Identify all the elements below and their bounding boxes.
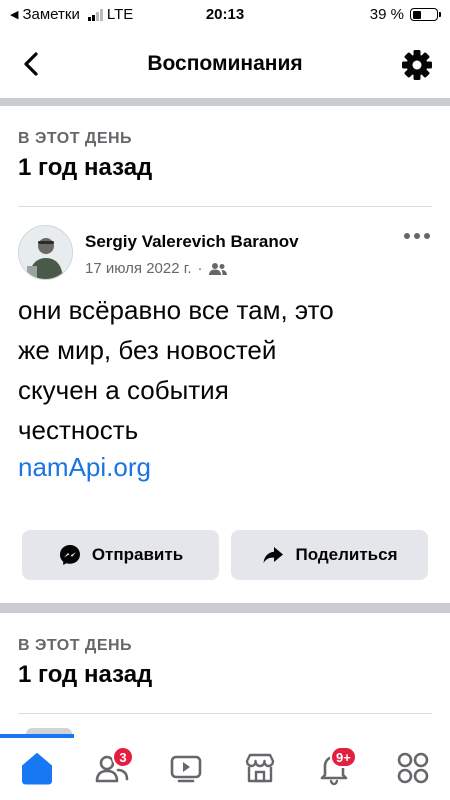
- post-text: они всёравно все там, это же мир, без но…: [18, 290, 432, 450]
- share-button-label: Поделиться: [295, 545, 398, 564]
- marketplace-icon: [245, 753, 275, 783]
- video-icon: [170, 755, 202, 783]
- home-icon: [22, 753, 52, 785]
- tab-friends[interactable]: 3: [94, 746, 134, 786]
- send-button-label: Отправить: [91, 545, 184, 564]
- post-author[interactable]: Sergiy Valerevich Baranov: [85, 232, 299, 252]
- on-this-day-label: В ЭТОТ ДЕНЬ: [18, 637, 133, 654]
- memory-period: 1 год назад: [18, 661, 153, 688]
- tab-video[interactable]: [168, 750, 204, 786]
- divider: [18, 206, 432, 207]
- nav-bar: Воспоминания: [0, 32, 450, 96]
- tab-menu[interactable]: [395, 750, 431, 786]
- send-button[interactable]: Отправить: [22, 530, 219, 580]
- post-text-line: же мир, без новостей: [18, 335, 277, 365]
- menu-icon: [397, 752, 429, 784]
- memory-period: 1 год назад: [18, 154, 153, 181]
- active-tab-indicator: [0, 734, 74, 738]
- section-separator: [0, 98, 450, 106]
- post-date[interactable]: 17 июля 2022 г.: [85, 260, 192, 277]
- battery-icon: [410, 8, 441, 21]
- gear-icon[interactable]: [400, 48, 434, 82]
- status-bar: ◀ Заметки LTE 20:13 39 %: [0, 0, 450, 30]
- friends-icon: [208, 262, 227, 275]
- post-text-line: скучен а события: [18, 375, 229, 405]
- tab-bar: 3 9+: [0, 734, 450, 800]
- messenger-icon: [59, 545, 80, 565]
- page-title: Воспоминания: [147, 52, 303, 75]
- on-this-day-label: В ЭТОТ ДЕНЬ: [18, 130, 133, 147]
- post-text-line: они всёравно все там, это: [18, 295, 334, 325]
- friends-badge: 3: [112, 746, 134, 768]
- section-separator: [0, 603, 450, 613]
- post-link[interactable]: namApi.org: [18, 452, 151, 483]
- battery-percent: 39 %: [369, 6, 404, 23]
- share-arrow-icon: [263, 547, 284, 563]
- notifications-badge: 9+: [330, 746, 357, 768]
- tab-home[interactable]: [19, 750, 55, 786]
- post-text-line: честность: [18, 415, 139, 445]
- tab-marketplace[interactable]: [242, 750, 278, 786]
- divider: [18, 713, 432, 714]
- avatar[interactable]: [18, 225, 73, 280]
- meta-separator: ·: [197, 260, 203, 277]
- more-options-icon[interactable]: [404, 228, 432, 244]
- share-button[interactable]: Поделиться: [231, 530, 428, 580]
- tab-notifications[interactable]: 9+: [316, 746, 357, 786]
